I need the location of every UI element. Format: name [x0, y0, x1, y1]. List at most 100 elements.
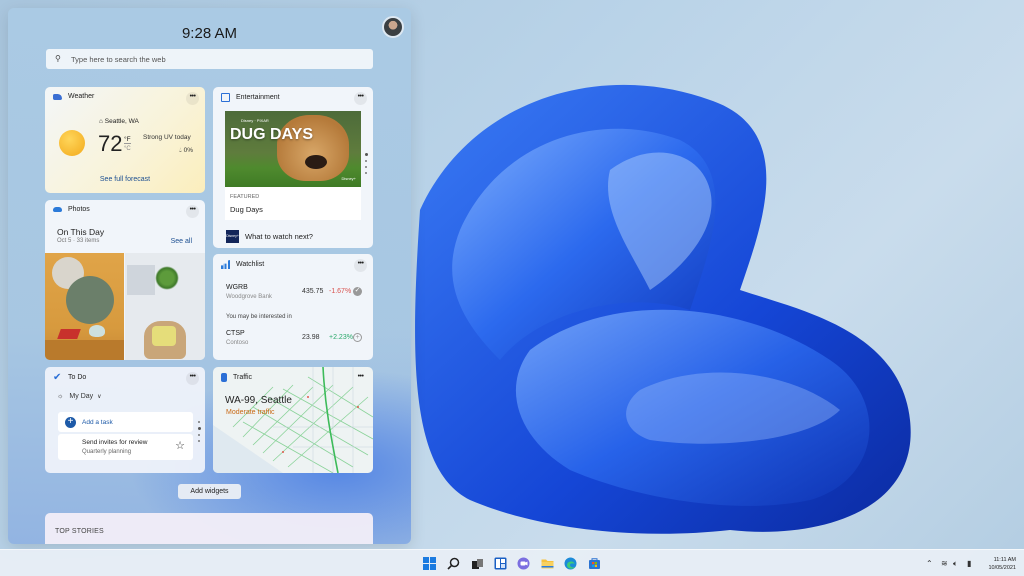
weather-location: ⌂ Seattle, WA [99, 118, 139, 125]
entertainment-more-button[interactable]: ••• [354, 92, 367, 105]
weather-title: Weather [68, 93, 95, 100]
unit-celsius-toggle[interactable]: °C [124, 146, 131, 152]
store-icon[interactable] [588, 557, 601, 570]
onedrive-cloud-icon [53, 207, 62, 212]
chevron-up-icon[interactable]: ⌃ [926, 559, 933, 568]
taskbar-time: 11:11 AM [993, 557, 1016, 563]
weather-temperature: 72 [98, 131, 123, 156]
todo-check-icon: ✔ [53, 372, 62, 383]
clapperboard-icon [221, 93, 230, 102]
stock-change: -1.67% [329, 288, 352, 295]
photos-widget[interactable]: Photos ••• On This Day Oct 5 · 33 items … [45, 200, 205, 360]
stock-chart-icon [221, 260, 230, 269]
see-full-forecast-link[interactable]: See full forecast [45, 176, 205, 183]
stock-change: +2.23% [329, 334, 353, 341]
chat-icon[interactable] [517, 557, 530, 570]
add-stock-icon[interactable]: + [353, 333, 362, 342]
entertainment-title: Entertainment [236, 94, 280, 101]
search-placeholder: Type here to search the web [71, 54, 166, 64]
volume-icon[interactable]: 🔈︎ [953, 559, 958, 569]
what-to-watch-link[interactable]: Disney+ What to watch next? [226, 230, 313, 243]
traffic-light-icon [221, 373, 227, 382]
watchlist-widget[interactable]: Watchlist ••• WGRB Woodgrove Bank 435.75… [213, 254, 373, 360]
home-icon: ⌂ [99, 118, 103, 125]
featured-name: Dug Days [230, 205, 263, 214]
plus-icon: + [65, 416, 76, 428]
interest-label: You may be interested in [226, 314, 292, 320]
star-icon[interactable]: ☆ [175, 439, 185, 452]
stock-symbol: CTSP [226, 330, 245, 337]
photos-more-button[interactable]: ••• [186, 205, 199, 218]
start-windows-icon[interactable] [423, 557, 436, 570]
sun-outline-icon: ☼ [57, 393, 64, 400]
widgets-icon[interactable] [494, 557, 507, 570]
add-task-label: Add a task [82, 418, 113, 426]
photo-interior[interactable] [125, 253, 205, 360]
weather-location-text: Seattle, WA [104, 118, 139, 125]
featured-label: FEATURED [230, 194, 260, 200]
unit-fahrenheit-toggle[interactable]: °F [124, 136, 131, 144]
stock-symbol: WGRB [226, 284, 248, 291]
disney-plus-logo: Disney+ [226, 230, 239, 243]
task-view-icon[interactable] [471, 557, 484, 570]
poster-title: DUG DAYS [230, 126, 313, 143]
poster-network: Disney+ [341, 176, 356, 181]
cloud-icon [53, 93, 62, 100]
weather-more-button[interactable]: ••• [186, 92, 199, 105]
precip-value: 0% [183, 147, 193, 154]
todo-widget[interactable]: ✔ To Do ••• ☼ My Day ∨ + Add a task Send… [45, 367, 205, 473]
taskbar: ⌃ ≋ 🔈︎ ▮ 11:11 AM 10/05/2021 [0, 549, 1024, 576]
poster-brand: Disney · PIXAR [241, 118, 269, 123]
web-search-input[interactable]: ⚲ Type here to search the web [46, 49, 373, 69]
traffic-status: Moderate traffic [226, 409, 275, 416]
stock-company: Woodgrove Bank [226, 294, 272, 300]
taskbar-date: 10/05/2021 [988, 565, 1016, 571]
stock-price: 23.98 [302, 334, 320, 341]
taskbar-clock[interactable]: 11:11 AM 10/05/2021 [982, 556, 1016, 572]
my-day-label: My Day [69, 393, 94, 400]
widgets-panel: 9:28 AM ⚲ Type here to search the web We… [8, 8, 411, 544]
stock-company: Contoso [226, 340, 249, 346]
my-day-dropdown[interactable]: ☼ My Day ∨ [57, 393, 102, 400]
weather-widget[interactable]: Weather ••• ⌂ Seattle, WA 72 °F °C Stron… [45, 87, 205, 193]
photos-title: Photos [68, 206, 90, 213]
traffic-map[interactable] [213, 367, 373, 473]
search-icon[interactable] [447, 557, 460, 570]
task-title: Send invites for review [82, 439, 148, 446]
sun-icon [59, 130, 85, 156]
check-icon[interactable]: ✓ [353, 287, 362, 296]
carousel-pager[interactable] [365, 153, 368, 178]
top-stories-label: TOP STORIES [55, 528, 104, 535]
top-stories-section: TOP STORIES [45, 513, 373, 544]
featured-poster[interactable]: Disney · PIXAR DUG DAYS Disney+ [225, 111, 361, 187]
user-avatar[interactable] [382, 16, 404, 38]
search-icon: ⚲ [55, 54, 61, 63]
traffic-title: Traffic [233, 374, 253, 381]
photos-subtitle: Oct 5 · 33 items [57, 238, 100, 244]
traffic-widget[interactable]: Traffic ••• WA-99, Seattle Moderate traf… [213, 367, 373, 473]
photo-still-life[interactable] [45, 253, 124, 360]
add-widgets-button[interactable]: Add widgets [178, 484, 241, 499]
edge-browser-icon[interactable] [564, 557, 577, 570]
featured-card[interactable]: FEATURED Dug Days [225, 187, 361, 220]
task-item[interactable]: Send invites for review Quarterly planni… [58, 434, 193, 460]
battery-icon[interactable]: ▮ [967, 559, 971, 568]
todo-more-button[interactable]: ••• [186, 372, 199, 385]
traffic-more-button[interactable]: ••• [354, 372, 367, 385]
todo-pager[interactable] [198, 421, 201, 446]
what-to-watch-text: What to watch next? [245, 232, 313, 241]
file-explorer-icon[interactable] [541, 557, 554, 570]
panel-clock: 9:28 AM [181, 25, 238, 42]
raindrop-icon: 💧︎ [179, 147, 182, 154]
entertainment-widget[interactable]: Entertainment ••• Disney · PIXAR DUG DAY… [213, 87, 373, 248]
wallpaper-bloom [415, 84, 911, 534]
watchlist-more-button[interactable]: ••• [354, 259, 367, 272]
weather-condition: Strong UV today [143, 134, 191, 141]
photos-heading: On This Day [57, 227, 105, 237]
todo-title: To Do [68, 374, 87, 381]
add-task-button[interactable]: + Add a task [58, 412, 193, 432]
photos-see-all-link[interactable]: See all [171, 238, 192, 245]
stock-price: 435.75 [302, 288, 324, 295]
wifi-icon[interactable]: ≋ [941, 559, 948, 568]
chevron-down-icon: ∨ [97, 394, 102, 400]
